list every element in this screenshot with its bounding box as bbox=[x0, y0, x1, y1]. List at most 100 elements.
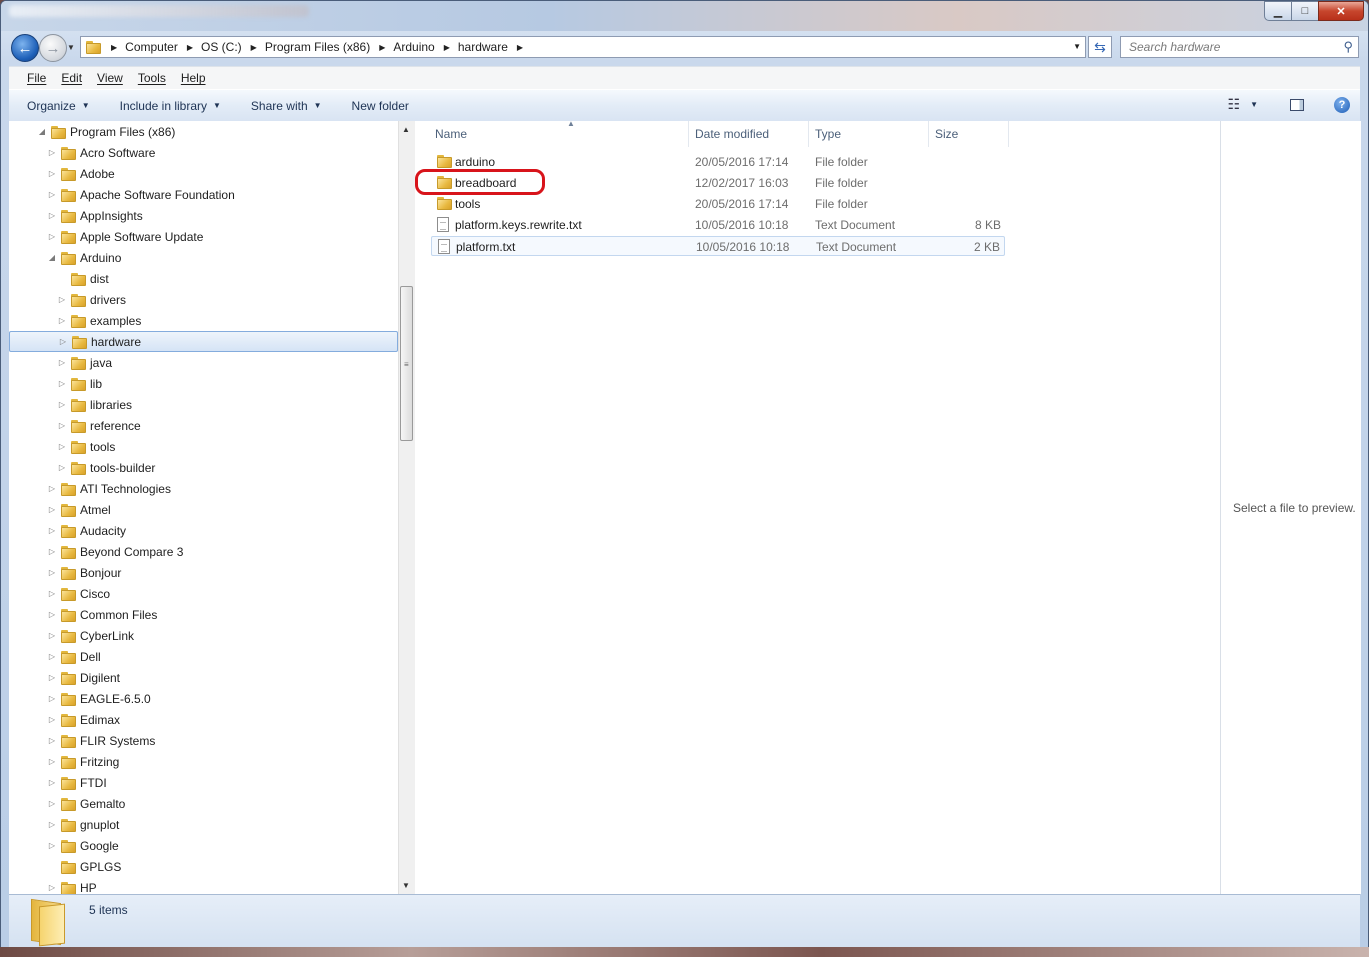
view-options-dropdown-icon[interactable]: ▼ bbox=[1250, 100, 1258, 109]
forward-button[interactable]: → bbox=[39, 34, 67, 62]
expand-arrow-icon[interactable]: ▷ bbox=[47, 211, 57, 220]
column-header-size[interactable]: Size bbox=[929, 121, 1009, 147]
expand-arrow-icon[interactable]: ▷ bbox=[47, 652, 57, 661]
expand-arrow-icon[interactable]: ▷ bbox=[47, 169, 57, 178]
tree-item[interactable]: ▷FTDI bbox=[9, 772, 398, 793]
preview-pane-icon[interactable] bbox=[1290, 99, 1304, 111]
share-with-button[interactable]: Share with▼ bbox=[251, 99, 322, 113]
menu-tools[interactable]: Tools bbox=[130, 71, 173, 85]
expand-arrow-icon[interactable]: ▷ bbox=[47, 190, 57, 199]
title-bar[interactable]: ▁ □ ✕ bbox=[1, 1, 1368, 31]
tree-item[interactable]: ▷hardware bbox=[9, 331, 398, 352]
tree-item[interactable]: ▷reference bbox=[9, 415, 398, 436]
tree-item[interactable]: ▷Edimax bbox=[9, 709, 398, 730]
address-dropdown-icon[interactable]: ▼ bbox=[1073, 42, 1081, 51]
collapse-arrow-icon[interactable]: ◢ bbox=[47, 253, 57, 262]
navigation-scrollbar[interactable]: ▲ ≡ ▼ bbox=[398, 121, 415, 894]
tree-item[interactable]: ▷gnuplot bbox=[9, 814, 398, 835]
address-bar[interactable]: ▶Computer▶OS (C:)▶Program Files (x86)▶Ar… bbox=[80, 36, 1086, 58]
include-in-library-button[interactable]: Include in library▼ bbox=[120, 99, 221, 113]
expand-arrow-icon[interactable]: ▷ bbox=[47, 736, 57, 745]
collapse-arrow-icon[interactable]: ◢ bbox=[37, 127, 47, 136]
menu-file[interactable]: File bbox=[9, 71, 53, 85]
scroll-down-icon[interactable]: ▼ bbox=[402, 881, 410, 890]
navigation-pane[interactable]: ◢Program Files (x86)▷Acro Software▷Adobe… bbox=[9, 121, 399, 894]
expand-arrow-icon[interactable]: ▷ bbox=[57, 316, 67, 325]
tree-item[interactable]: ▷Cisco bbox=[9, 583, 398, 604]
tree-item[interactable]: ▷tools-builder bbox=[9, 457, 398, 478]
expand-arrow-icon[interactable]: ▷ bbox=[47, 778, 57, 787]
breadcrumb-item[interactable]: Program Files (x86) bbox=[265, 40, 370, 54]
search-input[interactable] bbox=[1127, 37, 1331, 57]
expand-arrow-icon[interactable]: ▷ bbox=[57, 442, 67, 451]
tree-item[interactable]: ▷Gemalto bbox=[9, 793, 398, 814]
breadcrumb-item[interactable]: hardware bbox=[458, 40, 508, 54]
expand-arrow-icon[interactable]: ▷ bbox=[47, 610, 57, 619]
tree-item[interactable]: ▷drivers bbox=[9, 289, 398, 310]
tree-item[interactable]: ▷java bbox=[9, 352, 398, 373]
search-icon[interactable]: ⚲ bbox=[1343, 39, 1353, 55]
breadcrumb-item[interactable]: Arduino bbox=[393, 40, 434, 54]
expand-arrow-icon[interactable]: ▷ bbox=[57, 463, 67, 472]
tree-item[interactable]: ▷Audacity bbox=[9, 520, 398, 541]
tree-item[interactable]: ▷Common Files bbox=[9, 604, 398, 625]
file-list[interactable]: Name▲ Date modified Type Size arduino20/… bbox=[415, 121, 1220, 894]
expand-arrow-icon[interactable]: ▷ bbox=[47, 715, 57, 724]
expand-arrow-icon[interactable]: ▷ bbox=[47, 484, 57, 493]
menu-help[interactable]: Help bbox=[173, 71, 213, 85]
change-view-icon[interactable]: ☷ bbox=[1228, 96, 1241, 113]
expand-arrow-icon[interactable]: ▷ bbox=[57, 358, 67, 367]
expand-arrow-icon[interactable]: ▷ bbox=[47, 232, 57, 241]
expand-arrow-icon[interactable]: ▷ bbox=[47, 148, 57, 157]
expand-arrow-icon[interactable]: ▷ bbox=[47, 694, 57, 703]
column-header-date[interactable]: Date modified bbox=[689, 121, 809, 147]
scroll-up-icon[interactable]: ▲ bbox=[402, 125, 410, 134]
expand-arrow-icon[interactable]: ▷ bbox=[47, 757, 57, 766]
tree-item[interactable]: ▷FLIR Systems bbox=[9, 730, 398, 751]
tree-item[interactable]: ▷Adobe bbox=[9, 163, 398, 184]
expand-arrow-icon[interactable]: ▷ bbox=[47, 526, 57, 535]
tree-item[interactable]: ▷Fritzing bbox=[9, 751, 398, 772]
expand-arrow-icon[interactable]: ▷ bbox=[47, 673, 57, 682]
menu-edit[interactable]: Edit bbox=[53, 71, 89, 85]
expand-arrow-icon[interactable]: ▷ bbox=[58, 337, 68, 346]
tree-item[interactable]: ▷ATI Technologies bbox=[9, 478, 398, 499]
recent-pages-dropdown[interactable]: ▼ bbox=[67, 43, 75, 52]
breadcrumb-separator-icon[interactable]: ▶ bbox=[251, 43, 257, 52]
column-header-name[interactable]: Name▲ bbox=[429, 121, 689, 147]
tree-item[interactable]: ▷lib bbox=[9, 373, 398, 394]
breadcrumb-separator-icon[interactable]: ▶ bbox=[111, 43, 117, 52]
expand-arrow-icon[interactable]: ▷ bbox=[47, 820, 57, 829]
tree-item[interactable]: ▷Digilent bbox=[9, 667, 398, 688]
file-row[interactable]: platform.txt10/05/2016 10:18Text Documen… bbox=[431, 236, 1005, 256]
breadcrumb-item[interactable]: Computer bbox=[125, 40, 178, 54]
tree-item[interactable]: ▷examples bbox=[9, 310, 398, 331]
tree-item[interactable]: ▷Google bbox=[9, 835, 398, 856]
expand-arrow-icon[interactable]: ▷ bbox=[57, 295, 67, 304]
expand-arrow-icon[interactable]: ▷ bbox=[47, 799, 57, 808]
help-icon[interactable]: ? bbox=[1334, 97, 1350, 113]
tree-item[interactable]: ▷EAGLE-6.5.0 bbox=[9, 688, 398, 709]
scrollbar-thumb[interactable]: ≡ bbox=[400, 286, 413, 441]
tree-item[interactable]: ▷CyberLink bbox=[9, 625, 398, 646]
expand-arrow-icon[interactable]: ▷ bbox=[47, 589, 57, 598]
expand-arrow-icon[interactable]: ▷ bbox=[47, 841, 57, 850]
new-folder-button[interactable]: New folder bbox=[352, 99, 409, 113]
search-box[interactable]: ⚲ bbox=[1120, 36, 1359, 58]
tree-item[interactable]: ▷tools bbox=[9, 436, 398, 457]
tree-item[interactable]: ▷Beyond Compare 3 bbox=[9, 541, 398, 562]
tree-item[interactable]: ▷Bonjour bbox=[9, 562, 398, 583]
tree-item[interactable]: ▷Atmel bbox=[9, 499, 398, 520]
breadcrumb-item[interactable]: OS (C:) bbox=[201, 40, 242, 54]
file-row[interactable]: platform.keys.rewrite.txt10/05/2016 10:1… bbox=[431, 215, 1005, 235]
expand-arrow-icon[interactable]: ▷ bbox=[57, 400, 67, 409]
tree-item[interactable]: ▷HP bbox=[9, 877, 398, 894]
breadcrumb-separator-icon[interactable]: ▶ bbox=[444, 43, 450, 52]
tree-item[interactable]: ▷libraries bbox=[9, 394, 398, 415]
tree-item[interactable]: ◢Program Files (x86) bbox=[9, 121, 398, 142]
back-button[interactable]: ← bbox=[11, 34, 39, 62]
close-button[interactable]: ✕ bbox=[1318, 1, 1364, 21]
tree-item[interactable]: GPLGS bbox=[9, 856, 398, 877]
refresh-button[interactable]: ⇆ bbox=[1088, 36, 1112, 58]
tree-item[interactable]: dist bbox=[9, 268, 398, 289]
